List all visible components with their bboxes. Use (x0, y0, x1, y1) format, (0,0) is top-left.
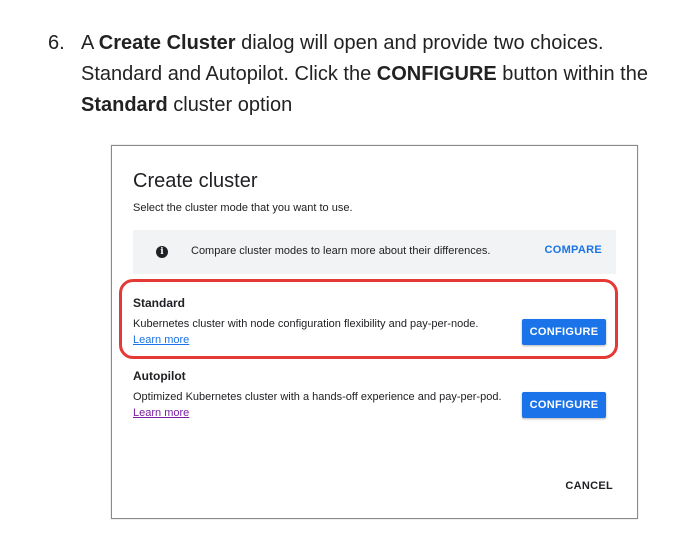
learn-more-link-standard[interactable]: Learn more (133, 334, 189, 346)
info-text: Compare cluster modes to learn more abou… (191, 245, 491, 257)
option-title-autopilot: Autopilot (133, 369, 186, 383)
option-title-standard: Standard (133, 296, 186, 310)
cancel-button[interactable]: CANCEL (565, 480, 613, 492)
configure-button-autopilot[interactable]: CONFIGURE (522, 392, 606, 418)
configure-button-standard[interactable]: CONFIGURE (522, 319, 606, 345)
step-emphasis-configure: CONFIGURE (376, 63, 497, 85)
dialog-subtitle: Select the cluster mode that you want to… (133, 202, 353, 214)
dialog-title: Create cluster (133, 170, 258, 192)
step-text-part: A (81, 32, 99, 54)
step-text-part: button within the (496, 63, 648, 85)
info-icon: i (156, 246, 168, 258)
step-text-part: cluster option (167, 94, 293, 116)
compare-button[interactable]: COMPARE (544, 244, 602, 256)
step-number: 6. (48, 32, 65, 54)
info-banner: i Compare cluster modes to learn more ab… (133, 230, 616, 274)
step-text: A Create Cluster dialog will open and pr… (81, 28, 648, 121)
step-emphasis-standard: Standard (81, 94, 168, 116)
learn-more-link-autopilot[interactable]: Learn more (133, 407, 189, 419)
create-cluster-dialog: Create cluster Select the cluster mode t… (111, 145, 638, 519)
step-instruction: 6. A Create Cluster dialog will open and… (48, 28, 648, 121)
step-emphasis-create-cluster: Create Cluster (98, 32, 236, 54)
